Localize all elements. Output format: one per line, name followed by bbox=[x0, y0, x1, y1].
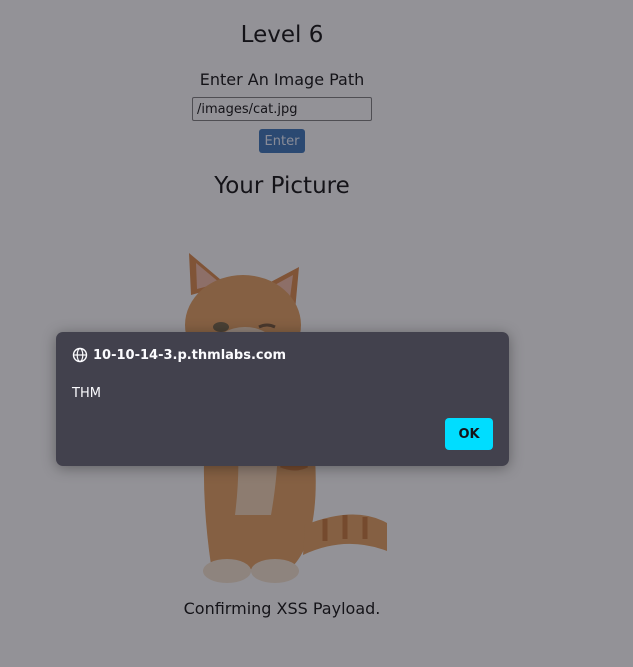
globe-icon bbox=[72, 347, 88, 363]
alert-origin-text: 10-10-14-3.p.thmlabs.com bbox=[93, 347, 287, 363]
ok-button[interactable]: OK bbox=[445, 418, 493, 450]
level-page: Level 6 Enter An Image Path Enter Your P… bbox=[0, 0, 633, 667]
alert-dialog: 10-10-14-3.p.thmlabs.com THM OK bbox=[56, 332, 509, 466]
alert-message: THM bbox=[72, 386, 101, 401]
alert-origin: 10-10-14-3.p.thmlabs.com bbox=[72, 347, 286, 363]
